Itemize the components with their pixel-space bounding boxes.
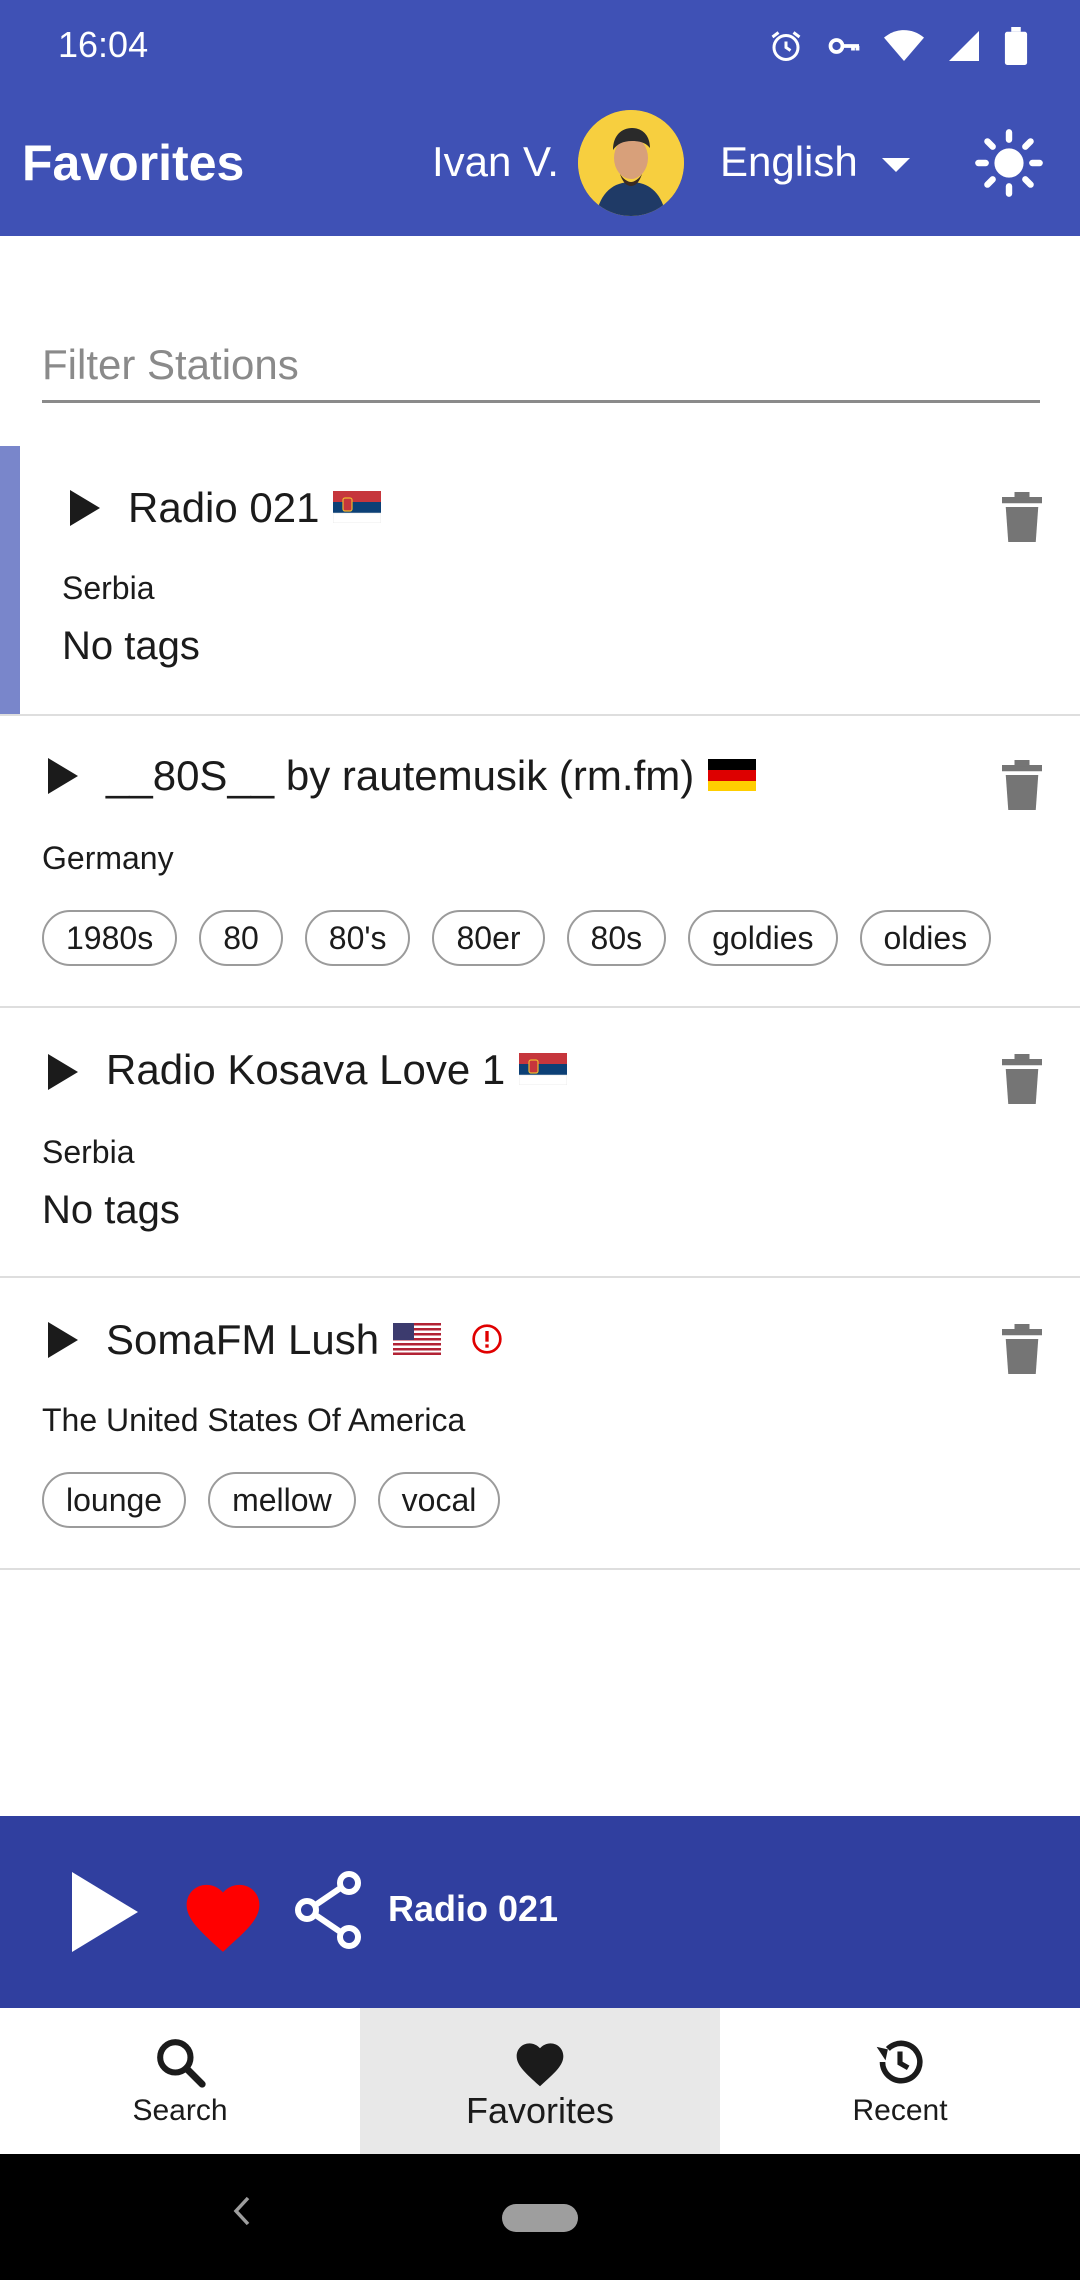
status-bar: 16:04 <box>0 0 1080 96</box>
delete-icon[interactable] <box>1002 1324 1042 1374</box>
avatar[interactable] <box>578 110 684 216</box>
signal-icon <box>949 31 979 61</box>
battery-icon <box>1004 27 1028 65</box>
share-icon[interactable] <box>292 1870 364 1950</box>
chevron-down-icon[interactable] <box>882 158 910 174</box>
avatar-image <box>578 110 684 216</box>
now-playing-title: Radio 021 <box>388 1888 559 1929</box>
play-icon[interactable] <box>42 756 82 796</box>
serbia-flag-icon <box>333 490 382 523</box>
status-time: 16:04 <box>58 24 149 65</box>
sun-icon[interactable] <box>974 128 1044 198</box>
play-icon[interactable] <box>42 1052 82 1092</box>
delete-icon[interactable] <box>1002 492 1042 542</box>
alarm-icon <box>771 31 801 61</box>
nav-search[interactable]: Search <box>0 2008 360 2154</box>
nav-favorites[interactable]: Favorites <box>360 2008 720 2154</box>
history-icon <box>876 2040 923 2084</box>
station-no-tags: No tags <box>42 1188 180 1232</box>
station-country: Serbia <box>62 570 155 606</box>
wifi-icon <box>884 30 924 61</box>
home-pill[interactable] <box>502 2204 578 2232</box>
player-bar: Radio 021 <box>0 1816 1080 2008</box>
tag-chip[interactable]: 80 <box>199 910 283 966</box>
vpn-key-icon <box>828 38 860 54</box>
tag-chip[interactable]: 80s <box>566 910 667 966</box>
tag-chip[interactable]: vocal <box>377 1472 501 1528</box>
station-country: The United States Of America <box>42 1402 466 1438</box>
user-name[interactable]: Ivan V. <box>432 138 559 186</box>
tag-chip[interactable]: 80's <box>304 910 411 966</box>
search-icon <box>157 2039 206 2088</box>
nav-recent[interactable]: Recent <box>720 2008 1080 2154</box>
selected-indicator <box>0 446 20 714</box>
status-icons <box>768 24 1028 68</box>
station-no-tags: No tags <box>62 624 200 668</box>
back-icon[interactable] <box>232 2194 252 2228</box>
serbia-flag-icon <box>519 1052 568 1085</box>
tag-chip[interactable]: 80er <box>432 910 545 966</box>
station-item[interactable]: Radio Kosava Love 1 Serbia No tags <box>0 1006 1080 1278</box>
station-title: Radio Kosava Love 1 <box>106 1046 568 1094</box>
play-icon[interactable] <box>42 1320 82 1360</box>
bottom-nav: Search Favorites Recent <box>0 2008 1080 2154</box>
page-title: Favorites <box>22 135 245 191</box>
tag-chip[interactable]: mellow <box>208 1472 356 1528</box>
warning-icon[interactable] <box>463 1323 511 1355</box>
tag-chip[interactable]: goldies <box>688 910 838 966</box>
nav-search-label: Search <box>132 2094 228 2127</box>
tag-chip[interactable]: 1980s <box>42 910 178 966</box>
station-title: __80S__ by rautemusik (rm.fm) <box>106 752 757 800</box>
station-item[interactable]: SomaFM Lush The United States Of America… <box>0 1276 1080 1570</box>
station-item[interactable]: __80S__ by rautemusik (rm.fm) Germany 19… <box>0 714 1080 1008</box>
play-icon[interactable] <box>72 1872 138 1952</box>
delete-icon[interactable] <box>1002 760 1042 810</box>
tag-list: 1980s 80 80's 80er 80s goldies oldies <box>42 910 992 966</box>
station-country: Germany <box>42 840 174 876</box>
tag-chip[interactable]: lounge <box>42 1472 187 1528</box>
play-icon[interactable] <box>64 488 104 528</box>
tag-chip[interactable]: oldies <box>859 910 992 966</box>
nav-recent-label: Recent <box>852 2094 948 2127</box>
heart-icon <box>516 2043 564 2087</box>
germany-flag-icon <box>708 758 757 791</box>
app-bar: Favorites Ivan V. English <box>0 96 1080 236</box>
heart-icon[interactable] <box>178 1874 268 1954</box>
usa-flag-icon <box>393 1322 442 1355</box>
tag-list: lounge mellow vocal <box>42 1472 501 1528</box>
language-select[interactable]: English <box>720 138 858 186</box>
system-nav-bar <box>0 2154 1080 2280</box>
station-item[interactable]: Radio 021 Serbia No tags <box>0 446 1080 716</box>
delete-icon[interactable] <box>1002 1054 1042 1104</box>
station-country: Serbia <box>42 1134 135 1170</box>
station-title: Radio 021 <box>128 484 382 532</box>
nav-favorites-label: Favorites <box>465 2090 615 2131</box>
station-title: SomaFM Lush <box>106 1316 511 1364</box>
filter-input[interactable] <box>42 330 1040 403</box>
